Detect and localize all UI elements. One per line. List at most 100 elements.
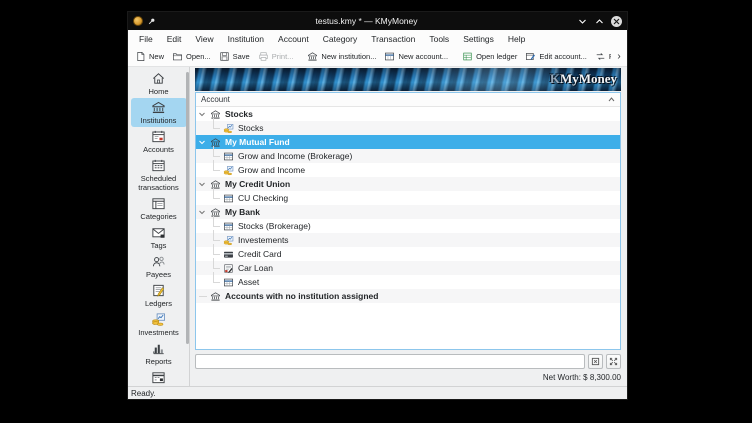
- tree-branch-line: [213, 118, 220, 129]
- toolbar-open-button[interactable]: Open...: [168, 50, 215, 63]
- sidebar-item-reports[interactable]: Reports: [131, 339, 187, 368]
- sidebar-item-label: Categories: [140, 212, 176, 221]
- tree-row-label: Stocks: [225, 109, 253, 119]
- tree-branch-line: [213, 188, 220, 199]
- tree-row-car-loan[interactable]: Car Loan: [196, 261, 620, 275]
- tree-row-cu-checking[interactable]: CU Checking: [196, 191, 620, 205]
- investment-icon: [223, 123, 234, 134]
- toolbar-open-ledger-button[interactable]: Open ledger: [458, 50, 521, 63]
- pin-icon[interactable]: [148, 17, 156, 25]
- toolbar: New Open... Save Print... New institution...…: [128, 47, 627, 67]
- toolbar-button-label: Save: [233, 52, 250, 61]
- budgets-icon: [151, 370, 166, 385]
- tree-row-stocks[interactable]: Stocks: [196, 121, 620, 135]
- menu-settings[interactable]: Settings: [456, 32, 501, 46]
- sidebar-item-categories[interactable]: Categories: [131, 194, 187, 223]
- sidebar-item-budgets[interactable]: Budgets: [131, 368, 187, 386]
- edit-account-icon: [525, 51, 536, 62]
- expander-icon[interactable]: [198, 138, 206, 146]
- maximize-button[interactable]: [594, 16, 604, 26]
- sidebar-item-scheduled-transactions[interactable]: Scheduled transactions: [131, 156, 187, 194]
- tree-row-label: Grow and Income: [238, 165, 305, 175]
- kmymoney-banner: KMyMoney: [195, 68, 621, 91]
- menu-category[interactable]: Category: [316, 32, 365, 46]
- toolbar-new-account-button[interactable]: New account...: [380, 50, 452, 63]
- tree-branch-line: [213, 272, 220, 283]
- toolbar-save-button[interactable]: Save: [215, 50, 254, 63]
- sidebar-item-payees[interactable]: Payees: [131, 252, 187, 281]
- toolbar-button-label: New institution...: [321, 52, 376, 61]
- sidebar-item-institutions[interactable]: Institutions: [131, 98, 187, 127]
- toolbar-edit-account-button[interactable]: Edit account...: [521, 50, 591, 63]
- tree-row-accounts-with-no-institution-assigned[interactable]: Accounts with no institution assigned: [196, 289, 620, 303]
- expander-icon[interactable]: [198, 208, 206, 216]
- tree-row-label: My Bank: [225, 207, 260, 217]
- menu-file[interactable]: File: [132, 32, 160, 46]
- net-worth-label: Net Worth: $ 8,300.00: [543, 373, 621, 382]
- checking-icon: [223, 221, 234, 232]
- toolbar-new-institution-button[interactable]: New institution...: [303, 50, 380, 63]
- sidebar-item-home[interactable]: Home: [131, 69, 187, 98]
- reconcile-icon: [595, 51, 606, 62]
- toolbar-button-label: Edit account...: [539, 52, 587, 61]
- expand-all-button[interactable]: [606, 354, 621, 369]
- open-folder-icon: [172, 51, 183, 62]
- accounts-tree: Account StocksStocksMy Mutual FundGrow a…: [195, 92, 621, 350]
- tree-row-credit-card[interactable]: Credit Card: [196, 247, 620, 261]
- close-button[interactable]: [611, 16, 622, 27]
- tree-row-label: CU Checking: [238, 193, 288, 203]
- menu-transaction[interactable]: Transaction: [364, 32, 422, 46]
- tree-row-grow-and-income[interactable]: Grow and Income: [196, 163, 620, 177]
- minimize-button[interactable]: [577, 16, 587, 26]
- tree-row-my-bank[interactable]: My Bank: [196, 205, 620, 219]
- checking-icon: [223, 277, 234, 288]
- menu-tools[interactable]: Tools: [422, 32, 456, 46]
- investment-icon: [223, 165, 234, 176]
- menu-edit[interactable]: Edit: [160, 32, 189, 46]
- menu-account[interactable]: Account: [271, 32, 316, 46]
- titlebar[interactable]: testus.kmy * — KMyMoney: [128, 12, 627, 30]
- toolbar-button-label: Open ledger: [476, 52, 517, 61]
- expander-icon[interactable]: [198, 110, 206, 118]
- tree-row-asset[interactable]: Asset: [196, 275, 620, 289]
- sidebar-scrollbar[interactable]: [186, 72, 189, 344]
- menu-help[interactable]: Help: [501, 32, 532, 46]
- filter-input[interactable]: [195, 354, 585, 369]
- toolbar-button-label: Open...: [186, 52, 211, 61]
- menu-institution[interactable]: Institution: [221, 32, 271, 46]
- kmymoney-logo: KMyMoney: [550, 71, 617, 87]
- sidebar-item-accounts[interactable]: Accounts: [131, 127, 187, 156]
- view-sidebar: Home Institutions AccountsScheduled transa…: [128, 67, 190, 386]
- sidebar-item-label: Institutions: [141, 116, 177, 125]
- reports-icon: [151, 341, 166, 356]
- tags-icon: [151, 225, 166, 240]
- account-icon: [384, 51, 395, 62]
- expander-icon[interactable]: [198, 180, 206, 188]
- sidebar-item-investments[interactable]: Investments: [131, 310, 187, 339]
- payees-icon: [151, 254, 166, 269]
- sidebar-item-ledgers[interactable]: Ledgers: [131, 281, 187, 310]
- sidebar-item-label: Home: [148, 87, 168, 96]
- status-text: Ready.: [131, 389, 156, 398]
- institution-icon: [210, 291, 221, 302]
- tree-row-investements[interactable]: Investements: [196, 233, 620, 247]
- tree-row-stocks-brokerage[interactable]: Stocks (Brokerage): [196, 219, 620, 233]
- kmymoney-app-icon: [133, 16, 143, 26]
- print-icon: [258, 51, 269, 62]
- ledger-icon: [462, 51, 473, 62]
- menubar: FileEditViewInstitutionAccountCategoryTr…: [128, 30, 627, 47]
- tree-header-account-column[interactable]: Account: [196, 93, 620, 107]
- collapse-all-button[interactable]: [588, 354, 603, 369]
- tree-row-label: Stocks (Brokerage): [238, 221, 311, 231]
- sidebar-item-tags[interactable]: Tags: [131, 223, 187, 252]
- tree-row-my-mutual-fund[interactable]: My Mutual Fund: [196, 135, 620, 149]
- toolbar-new-button[interactable]: New: [131, 50, 168, 63]
- tree-row-grow-and-income-brokerage[interactable]: Grow and Income (Brokerage): [196, 149, 620, 163]
- tree-row-my-credit-union[interactable]: My Credit Union: [196, 177, 620, 191]
- toolbar-print-button: Print...: [254, 50, 298, 63]
- tree-row-stocks[interactable]: Stocks: [196, 107, 620, 121]
- tree-branch-line: [213, 146, 220, 157]
- toolbar-overflow-button[interactable]: ›: [611, 47, 627, 65]
- menu-view[interactable]: View: [188, 32, 220, 46]
- bank-icon: [307, 51, 318, 62]
